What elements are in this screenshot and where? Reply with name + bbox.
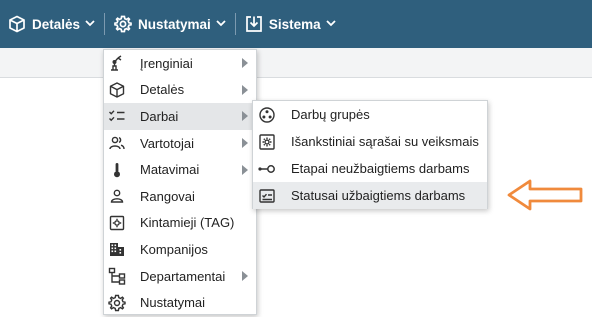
menu-item-kintamieji[interactable]: Kintamieji (TAG) <box>104 210 256 237</box>
menu-item-label: Vartotojai <box>140 135 194 151</box>
submenu-caret-icon <box>242 84 248 95</box>
menu-item-irenginiai[interactable]: Įrenginiai <box>104 50 256 77</box>
thermometer-icon <box>108 161 126 179</box>
menu-item-label: Nustatymai <box>140 295 206 311</box>
submenu-item-statusai[interactable]: Statusai užbaigtiems darbams <box>253 182 487 209</box>
nav-divider <box>104 13 106 35</box>
gear-icon <box>114 15 132 33</box>
nav-divider <box>234 13 236 35</box>
menu-item-kompanijos[interactable]: Kompanijos <box>104 236 256 263</box>
gear-icon <box>108 294 126 312</box>
submenu-item-etapai[interactable]: Etapai neužbaigtiems darbams <box>253 155 487 182</box>
menu-item-darbai[interactable]: Darbai <box>104 103 256 130</box>
menu-item-label: Kompanijos <box>140 241 208 257</box>
gear-box-icon <box>258 133 276 151</box>
menu-item-label: Darbai <box>140 108 179 124</box>
chevron-down-icon <box>325 19 336 30</box>
building-icon <box>108 240 126 258</box>
left-arrow-annotation-icon <box>507 179 583 211</box>
menu-item-detales[interactable]: Detalės <box>104 77 256 104</box>
nav-item-detales[interactable]: Detalės <box>4 0 99 48</box>
submenu-item-darbu-grupes[interactable]: Darbų grupės <box>253 101 487 128</box>
tag-box-icon <box>108 214 126 232</box>
menu-item-label: Detalės <box>140 82 185 98</box>
robot-arm-icon <box>108 54 126 72</box>
menu-item-departamentai[interactable]: Departamentai <box>104 263 256 290</box>
users-icon <box>108 134 126 152</box>
menu-item-label: Matavimai <box>140 162 200 178</box>
submenu-item-isankstiniai-sarasai[interactable]: Išankstiniai sąrašai su veiksmais <box>253 128 487 155</box>
submenu-item-label: Išankstiniai sąrašai su veiksmais <box>291 134 479 149</box>
org-chart-icon <box>108 267 126 285</box>
menu-item-label: Rangovai <box>140 188 195 204</box>
nav-item-label: Nustatymai <box>138 16 211 32</box>
nustatymai-dropdown-menu: Įrenginiai Detalės Darbai Vartotojai Mat… <box>103 49 257 315</box>
menu-item-label: Įrenginiai <box>140 55 193 71</box>
status-card-icon <box>258 187 276 205</box>
menu-item-nustatymai[interactable]: Nustatymai <box>104 289 256 316</box>
menu-item-rangovai[interactable]: Rangovai <box>104 183 256 210</box>
group-circle-icon <box>258 106 276 124</box>
submenu-caret-icon <box>242 111 248 122</box>
menu-item-label: Kintamieji (TAG) <box>140 215 235 231</box>
submenu-item-label: Etapai neužbaigtiems darbams <box>291 161 470 176</box>
chevron-down-icon <box>85 19 95 30</box>
checklist-icon <box>108 107 126 125</box>
submenu-caret-icon <box>242 58 248 69</box>
submenu-caret-icon <box>242 138 248 149</box>
toolbar-strip <box>0 48 592 78</box>
cube-icon <box>8 15 26 33</box>
submenu-item-label: Statusai užbaigtiems darbams <box>291 188 466 203</box>
darbai-submenu: Darbų grupės Išankstiniai sąrašai su vei… <box>252 100 488 209</box>
menu-item-label: Departamentai <box>140 268 226 284</box>
chevron-down-icon <box>216 19 226 30</box>
cube-icon <box>108 81 126 99</box>
user-icon <box>108 187 126 205</box>
key-line-icon <box>258 160 276 178</box>
menu-item-matavimai[interactable]: Matavimai <box>104 156 256 183</box>
top-navigation-bar: Detalės Nustatymai Sistema <box>0 0 592 48</box>
menu-item-vartotojai[interactable]: Vartotojai <box>104 130 256 157</box>
nav-item-label: Sistema <box>268 16 321 32</box>
submenu-caret-icon <box>242 271 248 282</box>
nav-item-nustatymai[interactable]: Nustatymai <box>110 0 230 48</box>
nav-item-sistema[interactable]: Sistema <box>241 0 340 48</box>
submenu-caret-icon <box>242 164 248 175</box>
download-box-icon <box>245 15 263 33</box>
submenu-item-label: Darbų grupės <box>291 107 370 122</box>
nav-item-label: Detalės <box>32 16 81 32</box>
